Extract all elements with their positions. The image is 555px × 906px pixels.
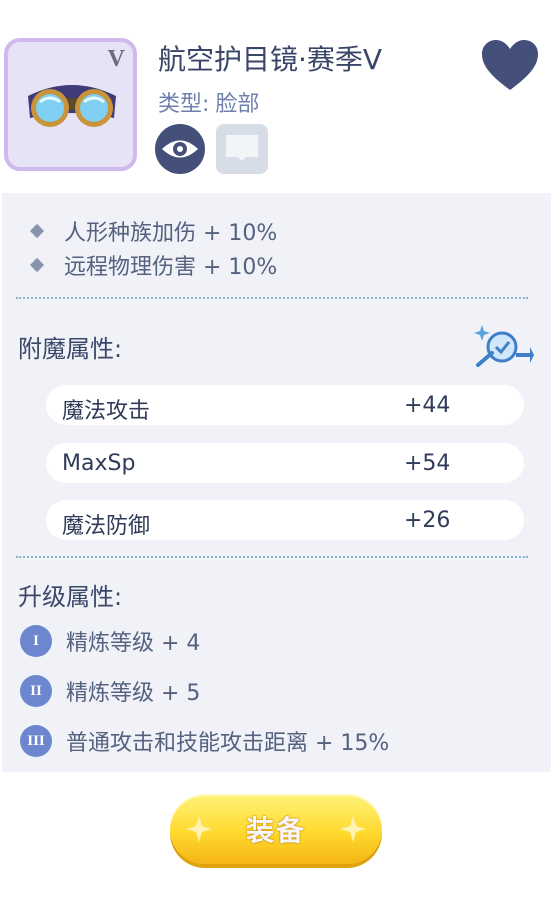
sparkle-icon xyxy=(186,816,212,842)
base-attribute: 远程物理伤害 + 10% xyxy=(29,249,278,281)
enchant-name: 魔法防御 xyxy=(62,514,151,539)
tray-icon xyxy=(226,135,258,161)
enchant-row: 魔法攻击 +44 xyxy=(46,385,524,425)
diamond-bullet-icon xyxy=(29,257,45,273)
magic-wand-icon[interactable] xyxy=(472,319,534,369)
upgrade-text: 精炼等级 + 5 xyxy=(66,681,201,706)
diamond-bullet-icon xyxy=(29,223,45,239)
preview-button[interactable] xyxy=(155,124,205,174)
section-divider xyxy=(16,556,528,558)
enchant-value: +44 xyxy=(404,393,451,418)
roman-badge-icon: III xyxy=(20,725,52,757)
upgrade-row: II 精炼等级 + 5 xyxy=(20,675,200,707)
item-icon-frame[interactable]: V xyxy=(4,38,137,171)
enchant-name: 魔法攻击 xyxy=(62,399,151,424)
eye-icon xyxy=(162,140,198,158)
item-header: V 航空护目镜·赛季V 类型: 脸部 xyxy=(0,0,555,192)
enchant-row: MaxSp +54 xyxy=(46,443,524,483)
equip-button[interactable]: 装备 xyxy=(170,794,382,864)
upgrade-row: III 普通攻击和技能攻击距离 + 15% xyxy=(20,725,389,757)
enchant-value: +26 xyxy=(404,508,451,533)
equip-button-label: 装备 xyxy=(245,814,306,847)
enchant-title: 附魔属性: xyxy=(18,335,123,363)
rank-mark: V xyxy=(107,46,125,72)
base-attribute-text: 人形种族加伤 + 10% xyxy=(64,221,278,246)
goggles-icon xyxy=(28,85,116,127)
base-attribute-text: 远程物理伤害 + 10% xyxy=(64,255,278,280)
item-name: 航空护目镜·赛季V xyxy=(158,43,383,76)
item-type: 类型: 脸部 xyxy=(158,86,259,118)
storage-button[interactable] xyxy=(216,124,268,174)
upgrade-text: 精炼等级 + 4 xyxy=(66,631,201,656)
enchant-row: 魔法防御 +26 xyxy=(46,500,524,540)
enchant-name: MaxSp xyxy=(62,451,136,476)
roman-badge-icon: II xyxy=(20,675,52,707)
enchant-value: +54 xyxy=(404,451,451,476)
base-attribute: 人形种族加伤 + 10% xyxy=(29,215,278,247)
attribute-panel: 人形种族加伤 + 10% 远程物理伤害 + 10% 附魔属性: 魔法攻击 +44… xyxy=(2,193,551,772)
heart-icon[interactable] xyxy=(480,38,540,93)
item-type-value: 脸部 xyxy=(215,92,260,117)
section-divider xyxy=(16,297,528,299)
upgrade-text: 普通攻击和技能攻击距离 + 15% xyxy=(66,731,390,756)
sparkle-icon xyxy=(340,816,366,842)
upgrade-title: 升级属性: xyxy=(18,583,123,611)
roman-badge-icon: I xyxy=(20,625,52,657)
item-type-label: 类型: xyxy=(158,92,210,117)
upgrade-row: I 精炼等级 + 4 xyxy=(20,625,200,657)
